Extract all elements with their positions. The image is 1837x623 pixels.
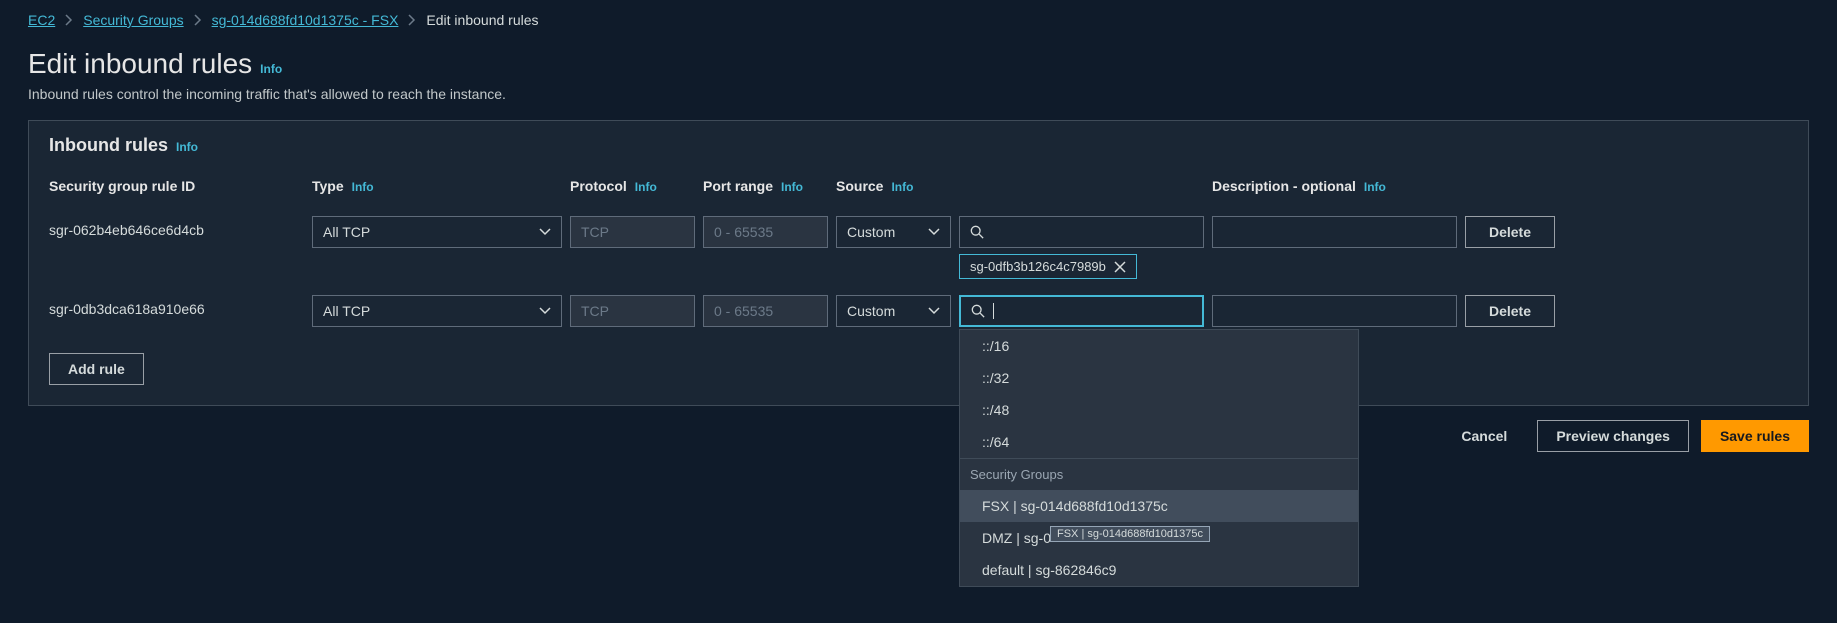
dropdown-option[interactable]: FSX | sg-014d688fd10d1375c [960, 490, 1358, 522]
type-select-value: All TCP [323, 303, 370, 319]
source-search-input[interactable] [1002, 303, 1192, 319]
delete-rule-button[interactable]: Delete [1465, 216, 1555, 248]
search-icon [970, 225, 984, 239]
rule-id: sgr-062b4eb646ce6d4cb [49, 216, 304, 238]
source-search[interactable] [959, 216, 1204, 248]
inbound-rules-panel: Inbound rules Info Security group rule I… [28, 120, 1809, 406]
col-port-range: Port range [703, 178, 773, 194]
col-protocol: Protocol [570, 178, 627, 194]
info-link[interactable]: Info [352, 180, 374, 194]
dropdown-option[interactable]: ::/16 [960, 330, 1358, 362]
caret-down-icon [539, 228, 551, 236]
chevron-right-icon [65, 14, 73, 26]
save-rules-button[interactable]: Save rules [1701, 420, 1809, 452]
info-link[interactable]: Info [260, 62, 282, 76]
chevron-right-icon [408, 14, 416, 26]
source-tag-label: sg-0dfb3b126c4c7989b [970, 259, 1106, 274]
info-link[interactable]: Info [635, 180, 657, 194]
dropdown-option-label: DMZ | sg-0 [982, 530, 1051, 546]
port-range-field: 0 - 65535 [703, 216, 828, 248]
caret-down-icon [539, 307, 551, 315]
page-title: Edit inbound rules [28, 48, 252, 80]
source-search-input[interactable] [992, 224, 1193, 240]
breadcrumb-link-sg[interactable]: sg-014d688fd10d1375c - FSX [212, 12, 399, 28]
panel-title: Inbound rules [49, 135, 168, 156]
protocol-field: TCP [570, 295, 695, 327]
caret-down-icon [928, 228, 940, 236]
source-mode-value: Custom [847, 303, 895, 319]
text-cursor [993, 303, 994, 319]
cancel-button[interactable]: Cancel [1443, 420, 1525, 452]
remove-tag-icon[interactable] [1114, 261, 1126, 273]
page-subtitle: Inbound rules control the incoming traff… [0, 84, 1837, 120]
source-mode-value: Custom [847, 224, 895, 240]
port-range-field: 0 - 65535 [703, 295, 828, 327]
add-rule-button[interactable]: Add rule [49, 353, 144, 385]
breadcrumb: EC2 Security Groups sg-014d688fd10d1375c… [0, 8, 1837, 38]
breadcrumb-link-security-groups[interactable]: Security Groups [83, 12, 183, 28]
preview-changes-button[interactable]: Preview changes [1537, 420, 1689, 452]
tooltip: FSX | sg-014d688fd10d1375c [1050, 526, 1210, 542]
chevron-right-icon [194, 14, 202, 26]
source-dropdown: ::/16 ::/32 ::/48 ::/64 Security Groups … [959, 329, 1359, 587]
col-source: Source [836, 178, 883, 194]
source-mode-select[interactable]: Custom [836, 216, 951, 248]
dropdown-option[interactable]: default | sg-862846c9 [960, 554, 1358, 586]
dropdown-group-label: Security Groups [960, 458, 1358, 490]
delete-rule-button[interactable]: Delete [1465, 295, 1555, 327]
type-select[interactable]: All TCP [312, 216, 562, 248]
type-select-value: All TCP [323, 224, 370, 240]
col-type: Type [312, 178, 344, 194]
caret-down-icon [928, 307, 940, 315]
source-search[interactable] [959, 295, 1204, 327]
info-link[interactable]: Info [781, 180, 803, 194]
dropdown-option[interactable]: ::/48 [960, 394, 1358, 426]
source-tag: sg-0dfb3b126c4c7989b [959, 254, 1137, 279]
dropdown-option[interactable]: ::/32 [960, 362, 1358, 394]
info-link[interactable]: Info [891, 180, 913, 194]
info-link[interactable]: Info [176, 140, 198, 154]
rule-id: sgr-0db3dca618a910e66 [49, 295, 304, 317]
description-input[interactable] [1212, 295, 1457, 327]
dropdown-option[interactable]: ::/64 [960, 426, 1358, 458]
rule-row: sgr-062b4eb646ce6d4cb All TCP TCP 0 - 65… [49, 208, 1788, 287]
breadcrumb-link-ec2[interactable]: EC2 [28, 12, 55, 28]
dropdown-option[interactable]: DMZ | sg-0 FSX | sg-014d688fd10d1375c [960, 522, 1358, 554]
search-icon [971, 304, 985, 318]
source-mode-select[interactable]: Custom [836, 295, 951, 327]
info-link[interactable]: Info [1364, 180, 1386, 194]
breadcrumb-current: Edit inbound rules [426, 12, 538, 28]
col-rule-id: Security group rule ID [49, 178, 195, 194]
description-input[interactable] [1212, 216, 1457, 248]
protocol-field: TCP [570, 216, 695, 248]
col-description: Description - optional [1212, 178, 1356, 194]
type-select[interactable]: All TCP [312, 295, 562, 327]
rule-row: sgr-0db3dca618a910e66 All TCP TCP 0 - 65… [49, 287, 1788, 335]
